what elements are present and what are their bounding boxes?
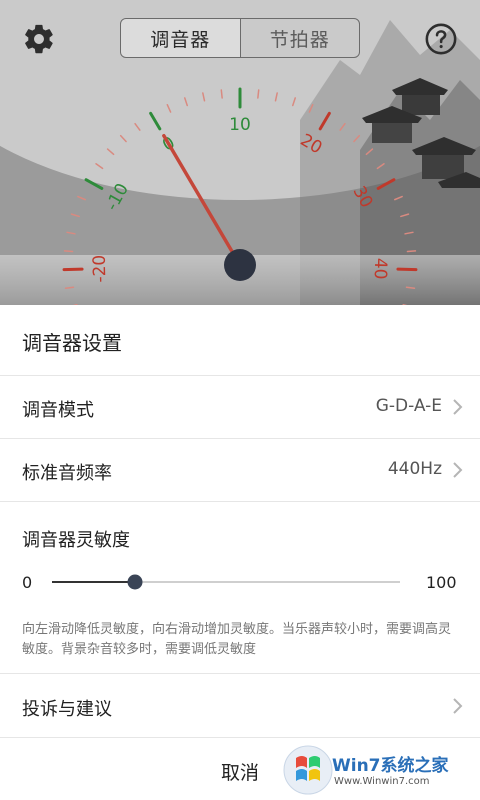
dial-minor-tick (394, 195, 403, 201)
dial-minor-tick (202, 92, 206, 102)
dial-minor-tick (405, 286, 416, 290)
dial-minor-tick (183, 97, 188, 107)
dial-major-tick (376, 178, 396, 190)
reference-pitch-row[interactable]: 标准音频率 440Hz (0, 439, 480, 501)
dial-label: 30 (348, 183, 376, 212)
tuning-mode-value: G-D-A-E (375, 396, 442, 416)
dial-minor-tick (134, 122, 141, 131)
dial-minor-tick (308, 103, 314, 113)
watermark-site: Www.Winwin7.com (334, 776, 430, 787)
dial-label: 20 (297, 130, 326, 158)
dial-minor-tick (166, 103, 172, 113)
dial-minor-tick (77, 195, 86, 201)
dial-label: 10 (229, 115, 251, 135)
feedback-row[interactable]: 投诉与建议 (0, 675, 480, 737)
dial-minor-tick (376, 163, 385, 170)
dial-minor-tick (339, 122, 346, 131)
chevron-right-icon (453, 698, 463, 714)
dial-minor-tick (70, 213, 80, 218)
sensitivity-hint: 向左滑动降低灵敏度，向右滑动增加灵敏度。当乐器声较小时，需要调高灵敏度。背景杂音… (22, 622, 452, 657)
dial-needle (162, 134, 242, 267)
tuning-mode-label: 调音模式 (22, 400, 94, 421)
dial-minor-tick (66, 231, 76, 235)
dial-major-tick (149, 111, 162, 131)
sensitivity-title: 调音器灵敏度 (22, 530, 130, 551)
dial-label: -20 (90, 255, 111, 283)
dial-major-tick (318, 111, 331, 131)
feedback-label: 投诉与建议 (22, 699, 112, 720)
sensitivity-slider[interactable] (52, 570, 400, 594)
dial-minor-tick (274, 92, 278, 102)
dial-minor-tick (64, 286, 75, 290)
dial-label: -10 (102, 180, 133, 214)
divider (0, 501, 480, 502)
chevron-right-icon (453, 399, 463, 415)
watermark-brand: Win7系统之家 (332, 756, 449, 776)
dial-minor-tick (353, 134, 361, 143)
sheet-title: 调音器设置 (22, 331, 122, 355)
dial-major-tick (84, 178, 104, 190)
divider (0, 673, 480, 674)
dial-minor-tick (220, 89, 223, 99)
dial-minor-tick (292, 97, 297, 107)
dial-minor-tick (119, 134, 127, 143)
slider-thumb[interactable] (127, 574, 143, 590)
dial-minor-tick (365, 148, 374, 156)
dial-minor-tick (63, 250, 74, 253)
sensitivity-max-label: 100 (426, 573, 457, 592)
dial-minor-tick (404, 231, 414, 235)
reference-pitch-label: 标准音频率 (22, 463, 112, 484)
settings-sheet: 调音器设置 调音模式 G-D-A-E 标准音频率 440Hz 调音器灵敏度 0 … (0, 305, 480, 800)
tuner-dial: -30-20-1001020304050 (62, 87, 418, 305)
reference-pitch-value: 440Hz (387, 459, 442, 479)
tuner-panel: 调音器 节拍器 -30-20-1001020304050 (0, 0, 480, 305)
dial-minor-tick (406, 250, 417, 253)
tuning-mode-row[interactable]: 调音模式 G-D-A-E (0, 376, 480, 438)
dial-minor-tick (257, 89, 260, 99)
chevron-right-icon (453, 462, 463, 478)
dial-minor-tick (95, 163, 104, 170)
divider (0, 737, 480, 738)
sensitivity-min-label: 0 (22, 573, 33, 592)
dial-minor-tick (400, 213, 410, 218)
dial-label: 40 (370, 258, 391, 280)
dial-hub (224, 249, 256, 281)
dial-minor-tick (106, 148, 115, 156)
